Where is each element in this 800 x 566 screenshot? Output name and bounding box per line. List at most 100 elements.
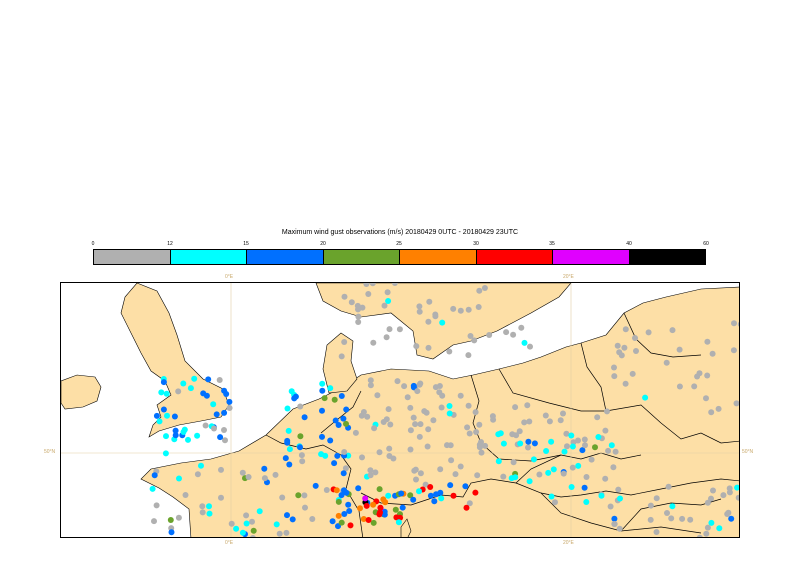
station-dot [465, 306, 472, 313]
station-dot [425, 426, 432, 433]
station-dot [180, 380, 187, 387]
station-dot [653, 495, 660, 502]
legend-swatch-black [629, 250, 705, 264]
station-dot [412, 421, 419, 428]
station-dot [340, 470, 347, 477]
station-dot [733, 400, 739, 407]
station-dot [355, 485, 362, 492]
station-dot [319, 380, 326, 387]
station-dot [497, 430, 504, 437]
station-dot [703, 530, 710, 537]
station-dot [394, 378, 401, 385]
station-dot [664, 510, 670, 516]
station-dot [175, 514, 182, 521]
station-dot [632, 335, 638, 341]
legend-swatch-blue [247, 250, 324, 264]
legend-swatch-cyan [170, 250, 247, 264]
station-dot [276, 530, 283, 537]
station-dot [432, 313, 439, 320]
station-dot [704, 372, 711, 379]
station-dot [633, 348, 639, 354]
station-dot [424, 443, 431, 450]
station-dot [618, 352, 625, 359]
station-dot [716, 525, 723, 532]
station-dot [370, 339, 377, 346]
station-dot [273, 521, 280, 528]
station-dot [581, 484, 588, 491]
station-dot [365, 517, 372, 523]
station-dot [525, 444, 531, 451]
station-dot [401, 383, 408, 390]
station-dot [385, 492, 392, 499]
station-dot [194, 471, 201, 478]
station-dot [548, 493, 555, 500]
station-dot [288, 388, 295, 395]
station-dot [439, 392, 446, 399]
europe-map [61, 283, 739, 537]
station-dot [679, 515, 686, 522]
station-dot [582, 442, 588, 449]
station-dot [703, 395, 709, 402]
legend-tick: 25 [396, 241, 402, 247]
station-dot [526, 418, 533, 425]
station-dot [301, 492, 308, 499]
station-dot [642, 394, 649, 401]
station-dot [249, 518, 255, 525]
lon-label-top-0: 0°E [225, 274, 234, 280]
station-dot [285, 427, 292, 434]
station-dot [362, 495, 369, 502]
station-dot [473, 429, 480, 435]
station-dot [343, 406, 350, 413]
station-dot [486, 332, 493, 338]
station-dot [221, 387, 228, 394]
station-dot [421, 408, 428, 415]
station-dot [298, 452, 305, 459]
station-dot [450, 305, 457, 312]
station-dot [616, 525, 623, 532]
station-dot [439, 319, 446, 326]
station-dot [472, 409, 479, 416]
station-dot [226, 405, 233, 411]
legend-tick: 0 [91, 241, 95, 247]
station-dot [191, 375, 198, 382]
station-dot [345, 501, 352, 508]
station-dot [286, 461, 293, 468]
station-dot [720, 492, 727, 499]
station-dot [329, 518, 336, 525]
station-dot [383, 334, 390, 341]
station-dot [607, 503, 614, 510]
station-dot [355, 319, 362, 325]
station-dot [297, 433, 304, 440]
station-dot [710, 487, 716, 494]
station-dot [726, 489, 733, 496]
station-dot [615, 486, 622, 493]
station-dot [335, 512, 342, 519]
station-dot [605, 447, 612, 454]
station-dot [202, 422, 209, 429]
station-dot [199, 509, 206, 516]
station-dot [437, 466, 444, 473]
station-dot [724, 511, 731, 517]
legend-tick: 35 [549, 241, 555, 247]
station-dot [581, 436, 588, 443]
station-dot [611, 364, 617, 371]
station-dot [438, 404, 445, 411]
station-dot [715, 405, 722, 412]
station-dot [621, 344, 628, 351]
station-dot [521, 339, 528, 346]
station-dot [284, 512, 290, 519]
station-dot [588, 456, 595, 463]
station-dot [385, 406, 392, 413]
station-dot [583, 474, 590, 480]
station-dot [243, 520, 250, 527]
station-dot [284, 405, 291, 412]
station-dot [610, 464, 617, 471]
station-dot [476, 444, 483, 451]
station-dot [386, 445, 393, 452]
station-dot [416, 488, 422, 495]
station-dot [390, 455, 397, 462]
station-dot [411, 467, 418, 474]
station-dot [704, 499, 711, 506]
station-dot [407, 446, 414, 453]
station-dot [617, 495, 623, 502]
